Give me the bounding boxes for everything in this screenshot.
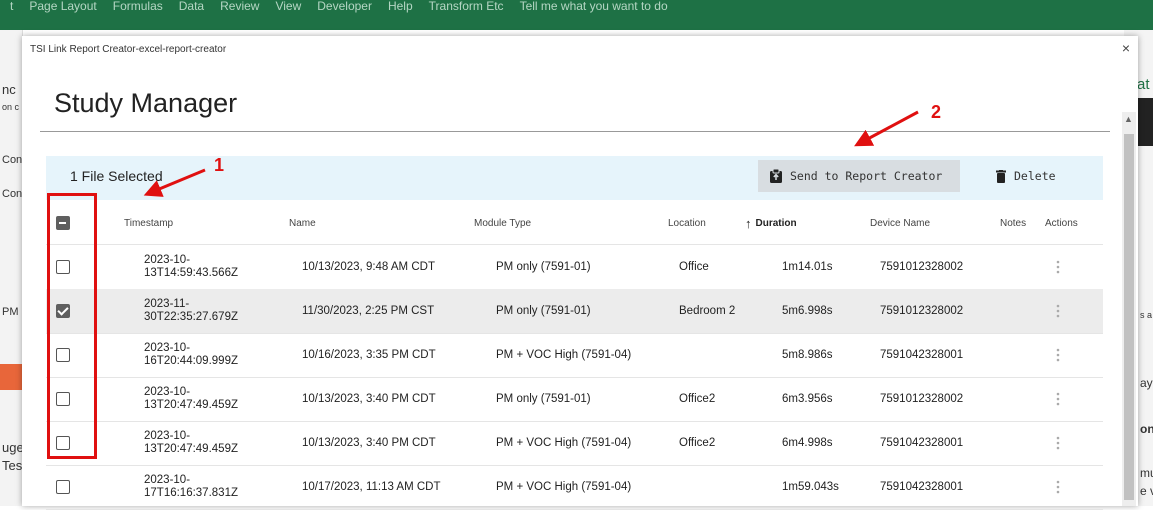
annotation-arrow-1 [143, 168, 206, 197]
annotation-arrow-2 [854, 110, 919, 147]
annotation-arrows [143, 110, 919, 197]
